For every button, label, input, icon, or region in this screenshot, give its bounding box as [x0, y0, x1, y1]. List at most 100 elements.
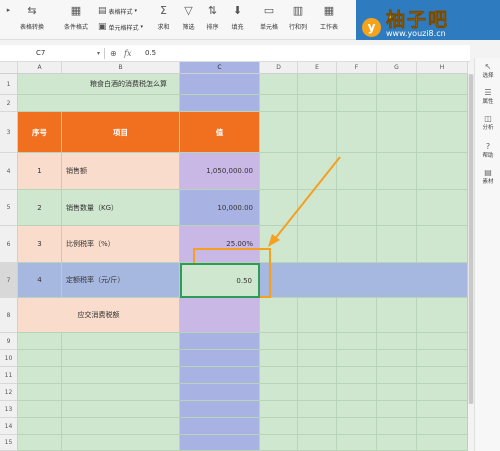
- item-cell[interactable]: 销售额: [62, 153, 180, 190]
- cell-c13[interactable]: [180, 401, 260, 418]
- cell-c2[interactable]: [180, 95, 260, 112]
- cell-h6[interactable]: [417, 226, 468, 263]
- value-cell[interactable]: 0.50: [180, 263, 260, 298]
- seq-cell[interactable]: 4: [18, 263, 62, 298]
- cell-h5[interactable]: [417, 190, 468, 226]
- cell-f2[interactable]: [337, 95, 377, 112]
- header-seq[interactable]: 序号: [18, 112, 62, 153]
- seq-cell[interactable]: 2: [18, 190, 62, 226]
- cell-g1[interactable]: [377, 74, 417, 95]
- cell-a13[interactable]: [18, 401, 62, 418]
- result-label-cell[interactable]: 应交消费税额: [18, 298, 180, 333]
- cell-a15[interactable]: [18, 435, 62, 451]
- cell-f3[interactable]: [337, 112, 377, 153]
- row-header-2[interactable]: 2: [0, 95, 18, 112]
- cell-e9[interactable]: [298, 333, 337, 350]
- seq-cell[interactable]: 1: [18, 153, 62, 190]
- filter-button[interactable]: ▽ 筛选: [182, 4, 195, 31]
- cell-f15[interactable]: [337, 435, 377, 451]
- cell-c11[interactable]: [180, 367, 260, 384]
- column-header-b[interactable]: B: [62, 62, 180, 74]
- row-header-12[interactable]: 12: [0, 384, 18, 401]
- row-header-13[interactable]: 13: [0, 401, 18, 418]
- cell-f4[interactable]: [337, 153, 377, 190]
- value-cell[interactable]: 1,050,000.00: [180, 153, 260, 190]
- cell-f11[interactable]: [337, 367, 377, 384]
- cell-h2[interactable]: [417, 95, 468, 112]
- cell-d14[interactable]: [260, 418, 298, 435]
- cell-f10[interactable]: [337, 350, 377, 367]
- cell-e1[interactable]: [298, 74, 337, 95]
- fill-button[interactable]: ⬇ 填充: [231, 4, 244, 31]
- panel-properties[interactable]: ☰ 属性: [475, 88, 500, 105]
- cell-d2[interactable]: [260, 95, 298, 112]
- cell-f1[interactable]: [337, 74, 377, 95]
- cell-h13[interactable]: [417, 401, 468, 418]
- cell-g12[interactable]: [377, 384, 417, 401]
- cell-c14[interactable]: [180, 418, 260, 435]
- seq-cell[interactable]: 3: [18, 226, 62, 263]
- conditional-format-button[interactable]: ▦ 条件格式: [64, 4, 88, 31]
- cell-g14[interactable]: [377, 418, 417, 435]
- row-header-3[interactable]: 3: [0, 112, 18, 153]
- cell-b10[interactable]: [62, 350, 180, 367]
- row-header-4[interactable]: 4: [0, 153, 18, 190]
- name-box[interactable]: C7 ▾: [22, 47, 102, 60]
- cell-a10[interactable]: [18, 350, 62, 367]
- cell-d5[interactable]: [260, 190, 298, 226]
- cell-d15[interactable]: [260, 435, 298, 451]
- cell-g11[interactable]: [377, 367, 417, 384]
- cell-h15[interactable]: [417, 435, 468, 451]
- cell-g6[interactable]: [377, 226, 417, 263]
- panel-select[interactable]: ↖ 选择: [475, 62, 500, 79]
- cell-g9[interactable]: [377, 333, 417, 350]
- cell-f13[interactable]: [337, 401, 377, 418]
- panel-materials[interactable]: ▤ 素材: [475, 168, 500, 185]
- value-cell[interactable]: 25.00%: [180, 226, 260, 263]
- cell-style-button[interactable]: ▣ 单元格样式 ▾: [98, 22, 143, 32]
- cell-d10[interactable]: [260, 350, 298, 367]
- column-header-a[interactable]: A: [18, 62, 62, 74]
- cell-b13[interactable]: [62, 401, 180, 418]
- table-convert-button[interactable]: ⇆ 表格转换: [20, 4, 44, 31]
- cell-e2[interactable]: [298, 95, 337, 112]
- item-cell[interactable]: 销售数量（KG）: [62, 190, 180, 226]
- cell-d11[interactable]: [260, 367, 298, 384]
- worksheet-button[interactable]: ▦ 工作表: [320, 4, 338, 31]
- cell-c15[interactable]: [180, 435, 260, 451]
- cell-e4[interactable]: [298, 153, 337, 190]
- row-header-9[interactable]: 9: [0, 333, 18, 350]
- column-header-f[interactable]: F: [337, 62, 377, 74]
- cell-g10[interactable]: [377, 350, 417, 367]
- cell-h12[interactable]: [417, 384, 468, 401]
- cell-e3[interactable]: [298, 112, 337, 153]
- cell-b15[interactable]: [62, 435, 180, 451]
- row-header-5[interactable]: 5: [0, 190, 18, 226]
- cell-d8[interactable]: [260, 298, 298, 333]
- formula-input[interactable]: 0.5: [145, 47, 156, 60]
- cell-g13[interactable]: [377, 401, 417, 418]
- row-header-6[interactable]: 6: [0, 226, 18, 263]
- column-header-h[interactable]: H: [417, 62, 468, 74]
- cell-b12[interactable]: [62, 384, 180, 401]
- cell-h1[interactable]: [417, 74, 468, 95]
- cell-e12[interactable]: [298, 384, 337, 401]
- cell-d1[interactable]: [260, 74, 298, 95]
- row-header-11[interactable]: 11: [0, 367, 18, 384]
- column-header-e[interactable]: E: [298, 62, 337, 74]
- cell-a14[interactable]: [18, 418, 62, 435]
- function-icon[interactable]: fx: [124, 47, 131, 60]
- cell-h11[interactable]: [417, 367, 468, 384]
- cell-g8[interactable]: [377, 298, 417, 333]
- selected-row-band[interactable]: [260, 263, 468, 298]
- row-header-1[interactable]: 1: [0, 74, 18, 95]
- cell-e14[interactable]: [298, 418, 337, 435]
- cell-d9[interactable]: [260, 333, 298, 350]
- cell-g2[interactable]: [377, 95, 417, 112]
- cell-h10[interactable]: [417, 350, 468, 367]
- cell-d12[interactable]: [260, 384, 298, 401]
- cell-f8[interactable]: [337, 298, 377, 333]
- worksheet-grid[interactable]: A B C D E F G H 1 2 3 4 5 6 7 8 9 10 11 12 13 14 15 粮食白酒的消费税怎么算…: [0, 62, 468, 451]
- cell-a9[interactable]: [18, 333, 62, 350]
- header-item[interactable]: 项目: [62, 112, 180, 153]
